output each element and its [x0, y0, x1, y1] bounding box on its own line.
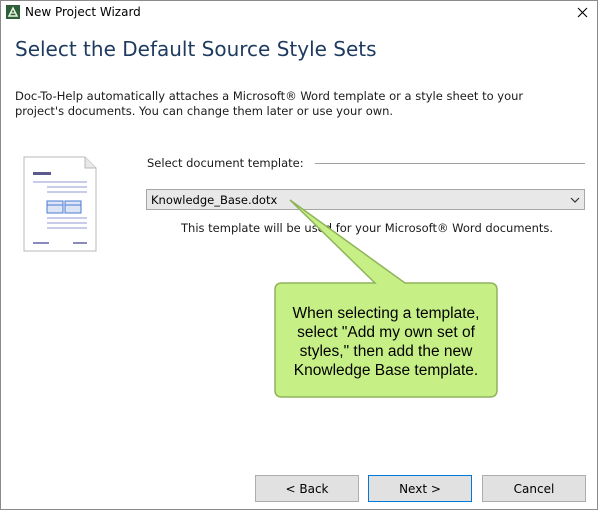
window-title: New Project Wizard	[25, 5, 141, 19]
template-dropdown-value: Knowledge_Base.dotx	[151, 193, 278, 207]
page-title: Select the Default Source Style Sets	[15, 37, 377, 61]
close-icon	[577, 7, 587, 17]
title-bar: New Project Wizard	[1, 1, 597, 23]
page-description: Doc-To-Help automatically attaches a Mic…	[15, 89, 524, 118]
close-button[interactable]	[567, 1, 597, 23]
back-button[interactable]: < Back	[255, 475, 359, 502]
template-select-label: Select document template:	[147, 156, 304, 170]
next-button[interactable]: Next >	[368, 475, 472, 502]
app-logo-icon	[6, 5, 20, 19]
template-dropdown[interactable]: Knowledge_Base.dotx	[146, 189, 585, 210]
template-hint: This template will be used for your Micr…	[181, 221, 554, 235]
cancel-button[interactable]: Cancel	[482, 475, 586, 502]
chevron-down-icon	[570, 197, 580, 203]
document-template-icon	[23, 156, 97, 252]
wizard-window: New Project Wizard Select the Default So…	[0, 0, 598, 510]
callout-text: When selecting a template, select "Add m…	[292, 305, 480, 379]
label-divider	[315, 163, 585, 164]
